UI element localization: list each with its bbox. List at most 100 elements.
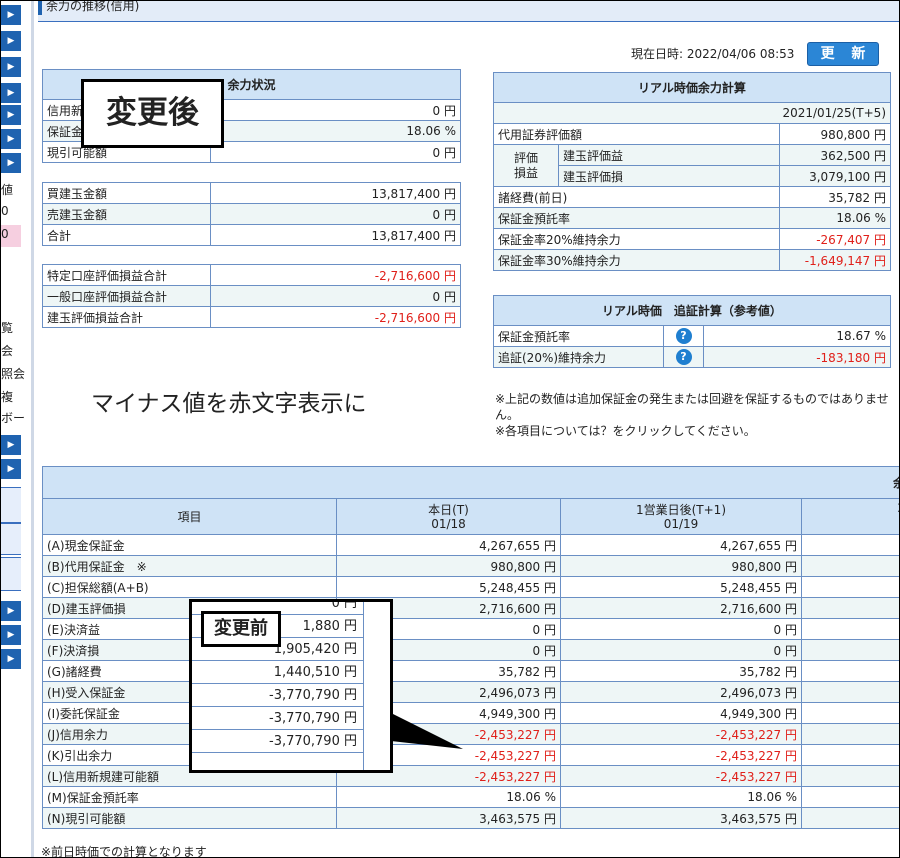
transition-row: (H)受入保証金 2,496,073 円 2,496,073 円 xyxy=(42,681,899,703)
margin-transition-table: 余力 項目 本日(T)01/18 1営業日後(T+1)01/19 2営 (A)現… xyxy=(42,466,899,829)
callout-pointer xyxy=(391,713,463,749)
col-t1-date: 01/19 xyxy=(663,516,699,531)
row-t2-value xyxy=(801,534,899,556)
realtime-label: 諸経費(前日) xyxy=(493,186,780,208)
nav-fragment[interactable]: 会 xyxy=(1,342,13,359)
row-t2-value xyxy=(801,618,899,640)
row-today-value: 980,800 円 xyxy=(336,555,561,577)
annotation-headline: マイナス値を赤文字表示に xyxy=(91,391,367,417)
nav-arrow-icon[interactable] xyxy=(1,31,21,51)
nav-panel[interactable] xyxy=(1,487,21,523)
help-cell: ? xyxy=(663,325,704,347)
row-t1-value: 0 円 xyxy=(560,618,802,640)
help-icon[interactable]: ? xyxy=(675,328,692,344)
page-title: 余力の推移(信用) xyxy=(46,0,140,13)
disclaimer-notes: ※上記の数値は追加保証金の発生または回避を保証するものではありません。 ※各項目… xyxy=(495,391,891,439)
realtime-value: 18.06 % xyxy=(778,207,892,229)
help-icon[interactable]: ? xyxy=(675,349,692,365)
col-today-date: 01/18 xyxy=(431,516,466,531)
nav-arrow-icon[interactable] xyxy=(1,435,21,455)
nav-panel[interactable] xyxy=(1,557,21,591)
row-t2-value xyxy=(801,723,899,745)
row-t2-value xyxy=(801,807,899,829)
col-t1-title: 1営業日後(T+1) xyxy=(635,502,727,517)
row-t1-value: 4,949,300 円 xyxy=(560,702,802,724)
row-t2-value xyxy=(801,702,899,724)
row-t2-value xyxy=(801,744,899,766)
before-value: 1,440,510 円 xyxy=(192,661,363,684)
col-item-header: 項目 xyxy=(42,498,337,535)
nav-fragment[interactable]: 覧 xyxy=(1,319,13,336)
transition-row: (C)担保総額(A+B) 5,248,455 円 5,248,455 円 xyxy=(42,576,899,598)
nav-fragment[interactable]: 複 xyxy=(1,388,13,405)
pnl-value: -2,716,600 円 xyxy=(210,264,461,286)
eval-group-label: 評価 損益 xyxy=(493,144,559,187)
row-t1-value: -2,453,227 円 xyxy=(560,723,802,745)
transition-row: (M)保証金預託率 18.06 % 18.06 % xyxy=(42,786,899,808)
title-bar: 余力の推移(信用) xyxy=(38,1,899,22)
realtime-header: リアル時価余力計算 xyxy=(493,72,891,103)
realtime-label: 建玉評価損 xyxy=(558,165,780,187)
nav-arrow-icon[interactable] xyxy=(1,5,21,25)
row-t1-value: -2,453,227 円 xyxy=(560,744,802,766)
row-t2-value xyxy=(801,765,899,787)
nav-panel[interactable] xyxy=(1,523,21,555)
before-label: 変更前 xyxy=(201,611,281,647)
row-t1-value: 18.06 % xyxy=(560,786,802,808)
note-line: ※各項目については？をクリックしてください。 xyxy=(495,424,756,438)
row-label: (M)保証金預託率 xyxy=(42,786,337,808)
row-t2-value xyxy=(801,660,899,682)
realtime-label: 建玉評価益 xyxy=(558,144,780,166)
position-value: 0 円 xyxy=(210,203,461,225)
pnl-value: 0 円 xyxy=(210,285,461,307)
row-today-value: 18.06 % xyxy=(336,786,561,808)
nav-fragment[interactable]: ボー xyxy=(1,409,25,426)
note-line: ※上記の数値は追加保証金の発生または回避を保証するものではありません。 xyxy=(495,392,889,422)
realtime-value: -1,649,147 円 xyxy=(778,249,892,271)
realtime-label: 保証金率20%維持余力 xyxy=(493,228,780,250)
transition-row: (F)決済損 0 円0 円 xyxy=(42,639,899,661)
nav-arrow-icon[interactable] xyxy=(1,625,21,645)
row-label: (A)現金保証金 xyxy=(42,534,337,556)
before-value: -3,770,790 円 xyxy=(192,730,363,753)
row-t2-value xyxy=(801,576,899,598)
row-label: (B)代用保証金 ※ xyxy=(42,555,337,577)
nav-fragment: 0 xyxy=(1,227,9,241)
footnote: ※前日時価での計算となります xyxy=(41,845,207,858)
position-amount-table: 買建玉金額 13,817,400 円 売建玉金額 0 円 合計 13,817,400 … xyxy=(42,182,461,246)
row-t2-value xyxy=(801,639,899,661)
nav-fragment: 0 xyxy=(1,204,9,218)
margin-call-header: リアル時価 追証計算（参考値） xyxy=(493,295,891,326)
nav-arrow-icon[interactable] xyxy=(1,459,21,479)
row-today-value: 4,267,655 円 xyxy=(336,534,561,556)
nav-arrow-icon[interactable] xyxy=(1,57,21,77)
nav-arrow-icon[interactable] xyxy=(1,105,21,125)
transition-section-title: 余力 xyxy=(42,466,899,499)
nav-arrow-icon[interactable] xyxy=(1,601,21,621)
transition-row: (A)現金保証金 4,267,655 円 4,267,655 円 xyxy=(42,534,899,556)
transition-row: (N)現引可能額 3,463,575 円 3,463,575 円 xyxy=(42,807,899,829)
realtime-value: -267,407 円 xyxy=(778,228,892,250)
nav-arrow-icon[interactable] xyxy=(1,83,21,103)
position-label: 買建玉金額 xyxy=(42,182,211,204)
row-t1-value: 980,800 円 xyxy=(560,555,802,577)
nav-arrow-icon[interactable] xyxy=(1,649,21,669)
col-today-header: 本日(T) 01/18 xyxy=(336,498,561,535)
row-t1-value: 2,716,600 円 xyxy=(560,597,802,619)
refresh-button[interactable]: 更 新 xyxy=(807,42,879,66)
left-nav: 値 0 0 覧 会 照会 複 ボー xyxy=(1,1,27,857)
nav-arrow-icon[interactable] xyxy=(1,129,21,149)
status-value: 0 円 xyxy=(210,141,461,163)
position-value: 13,817,400 円 xyxy=(210,182,461,204)
nav-fragment[interactable]: 照会 xyxy=(1,365,25,382)
status-value: 0 円 xyxy=(210,99,461,121)
position-label: 合計 xyxy=(42,224,211,246)
nav-arrow-icon[interactable] xyxy=(1,153,21,173)
current-datetime: 現在日時: 2022/04/06 08:53 xyxy=(631,47,795,61)
realtime-label: 代用証券評価額 xyxy=(493,123,780,145)
pnl-table: 特定口座評価損益合計 -2,716,600 円 一般口座評価損益合計 0 円 建玉評… xyxy=(42,264,461,328)
realtime-value: 980,800 円 xyxy=(778,123,892,145)
callout-pointer-shape xyxy=(391,713,463,749)
row-t2-value xyxy=(801,681,899,703)
margin-call-value: 18.67 % xyxy=(703,325,891,347)
